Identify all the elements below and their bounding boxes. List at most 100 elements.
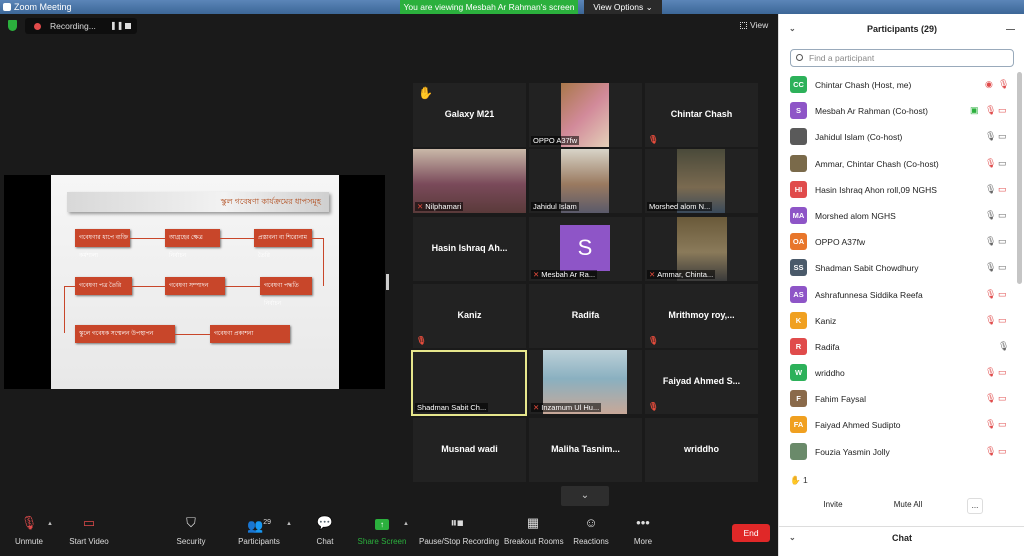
shield-icon[interactable] (8, 20, 17, 31)
video-tile[interactable]: Morshed alom N... (645, 149, 758, 213)
video-tile[interactable]: Chintar Chash 🎙 (645, 83, 758, 147)
meeting-area: Recording... ❚❚ View স্কুল গবেষণা কার্যক… (0, 14, 778, 556)
video-tile[interactable]: Jahidul Islam (529, 149, 642, 213)
security-button[interactable]: ⛉ Security (171, 512, 211, 546)
mute-all-button[interactable]: Mute All (887, 498, 929, 514)
video-tile[interactable]: OPPO A37fw (529, 83, 642, 147)
share-screen-icon: ↑ (356, 512, 408, 534)
video-off-icon[interactable]: ▭ (998, 419, 1007, 430)
video-icon[interactable]: ▭ (998, 236, 1007, 247)
chat-button[interactable]: 💬 Chat (310, 512, 340, 546)
video-tile[interactable]: Maliha Tasnim... (529, 418, 642, 482)
avatar: CC (790, 76, 807, 93)
unmute-button[interactable]: 🎙 Unmute (12, 512, 46, 546)
avatar: S (790, 102, 807, 120)
participant-row[interactable]: Fouzia Yasmin Jolly 🎙 ▭ (779, 439, 1017, 465)
start-video-label: Start Video (69, 537, 109, 546)
mic-icon[interactable]: 🎙 (985, 210, 996, 221)
end-meeting-button[interactable]: End (732, 524, 770, 542)
participant-row[interactable]: FA Faiyad Ahmed Sudipto 🎙 ▭ (779, 412, 1017, 438)
reactions-button[interactable]: ☺ Reactions (573, 512, 609, 546)
video-tile[interactable]: ✕ Ammar, Chinta... (645, 217, 758, 281)
participant-row[interactable]: Jahidul Islam (Co-host) 🎙 ▭ (779, 124, 1017, 150)
chat-panel-header[interactable]: ⌄ Chat (779, 526, 1024, 546)
more-options-button[interactable]: ... (967, 498, 983, 514)
participant-row[interactable]: R Radifa 🎙 (779, 334, 1017, 360)
video-tile[interactable]: wriddho (645, 418, 758, 482)
participant-row[interactable]: Ammar, Chintar Chash (Co-host) 🎙 ▭ (779, 151, 1017, 177)
mic-muted-icon[interactable]: 🎙 (985, 105, 996, 116)
chevron-down-icon[interactable]: ⌄ (561, 486, 609, 506)
chevron-down-icon[interactable]: ⌄ (789, 527, 796, 549)
participant-row[interactable]: Wwriddho 🎙 ▭ (779, 360, 1017, 386)
video-tile[interactable]: ✕ Nilphamari (413, 149, 526, 213)
video-off-icon[interactable]: ▭ (998, 367, 1007, 378)
split-divider-handle[interactable] (386, 274, 389, 290)
avatar: S (560, 225, 610, 271)
active-speaker-tile[interactable]: Shadman Sabit Ch... (411, 350, 527, 416)
muted-mic-icon: 🎙 (648, 135, 659, 144)
mic-muted-icon[interactable]: 🎙 (985, 158, 996, 169)
raised-hand-icon: ✋ (418, 86, 433, 100)
participant-row[interactable]: HI Hasin Ishraq Ahon roll,09 NGHS 🎙 ▭ (779, 177, 1017, 203)
mic-muted-icon[interactable]: 🎙 (998, 79, 1009, 90)
participant-row[interactable]: OA OPPO A37fw 🎙 ▭ (779, 229, 1017, 255)
mic-icon[interactable]: 🎙 (985, 184, 996, 195)
participant-row[interactable]: F Fahim Faysal 🎙 ▭ (779, 386, 1017, 412)
breakout-rooms-button[interactable]: ▦ Breakout Rooms (504, 512, 564, 546)
mic-icon[interactable]: 🎙 (998, 341, 1009, 352)
caret-up-icon[interactable]: ▲ (47, 521, 53, 527)
recording-indicator: Recording... ❚❚ (25, 18, 137, 34)
pause-stop-recording-button[interactable]: ⏸⏹ Pause/Stop Recording (419, 512, 499, 546)
minimize-icon[interactable]: — (1006, 20, 1015, 38)
mic-icon[interactable]: 🎙 (985, 236, 996, 247)
view-options-button[interactable]: View Options ⌄ (584, 0, 662, 14)
chevron-down-icon[interactable]: ⌄ (789, 20, 796, 38)
video-icon[interactable]: ▭ (998, 131, 1007, 142)
video-tile[interactable]: Mrithmoy roy,... 🎙 (645, 284, 758, 348)
scrollbar[interactable] (1017, 72, 1022, 284)
mic-muted-icon[interactable]: 🎙 (985, 289, 996, 300)
mic-icon[interactable]: 🎙 (985, 262, 996, 273)
start-video-button[interactable]: ▭ Start Video (66, 512, 112, 546)
invite-button[interactable]: Invite (816, 498, 850, 514)
participant-row[interactable]: K Kaniz 🎙 ▭ (779, 308, 1017, 334)
video-tile[interactable]: S ✕ Mesbah Ar Ra... (529, 217, 642, 281)
participant-row[interactable]: CC Chintar Chash (Host, me) ◉ 🎙 (779, 72, 1017, 98)
mic-muted-icon[interactable]: 🎙 (985, 446, 996, 457)
participant-row[interactable]: SS Shadman Sabit Chowdhury 🎙 ▭ (779, 255, 1017, 281)
video-off-icon[interactable]: ▭ (998, 184, 1007, 195)
view-button[interactable]: View (740, 20, 768, 30)
video-off-icon[interactable]: ▭ (998, 393, 1007, 404)
video-tile[interactable]: Musnad wadi (413, 418, 526, 482)
video-off-icon[interactable]: ▭ (998, 446, 1007, 457)
video-off-icon[interactable]: ▭ (998, 315, 1007, 326)
mic-muted-icon[interactable]: 🎙 (985, 419, 996, 430)
participant-row[interactable]: MA Morshed alom NGHS 🎙 ▭ (779, 203, 1017, 229)
video-icon[interactable]: ▭ (998, 158, 1007, 169)
participant-row[interactable]: S Mesbah Ar Rahman (Co-host) ▣ 🎙 ▭ (779, 98, 1017, 124)
video-off-icon[interactable]: ▭ (998, 105, 1007, 116)
participants-button[interactable]: 👥29 Participants (236, 512, 282, 546)
caret-up-icon[interactable]: ▲ (286, 521, 292, 527)
pause-recording-icon[interactable]: ❚❚ (110, 18, 123, 34)
video-tile[interactable]: ✕ Inzamum Ul Hu... (529, 350, 642, 414)
video-tile[interactable]: ✋ Galaxy M21 (413, 83, 526, 147)
stop-recording-icon[interactable] (125, 23, 131, 29)
video-icon[interactable]: ▭ (998, 262, 1007, 273)
video-icon[interactable]: ▭ (998, 210, 1007, 221)
mic-muted-icon[interactable]: 🎙 (985, 367, 996, 378)
more-button[interactable]: ••• More (628, 512, 658, 546)
participant-row[interactable]: AS Ashrafunnesa Siddika Reefa 🎙 ▭ (779, 282, 1017, 308)
caret-up-icon[interactable]: ▲ (403, 521, 409, 527)
search-input[interactable]: Find a participant (790, 49, 1014, 67)
mic-icon[interactable]: 🎙 (985, 131, 996, 142)
video-tile[interactable]: Faiyad Ahmed S... 🎙 (645, 350, 758, 414)
video-tile[interactable]: Hasin Ishraq Ah... (413, 217, 526, 281)
mic-muted-icon[interactable]: 🎙 (985, 315, 996, 326)
video-off-icon[interactable]: ▭ (998, 289, 1007, 300)
share-screen-button[interactable]: ↑ Share Screen (356, 512, 408, 546)
video-tile[interactable]: Kaniz 🎙 (413, 284, 526, 348)
video-tile[interactable]: Radifa (529, 284, 642, 348)
mic-muted-icon[interactable]: 🎙 (985, 393, 996, 404)
